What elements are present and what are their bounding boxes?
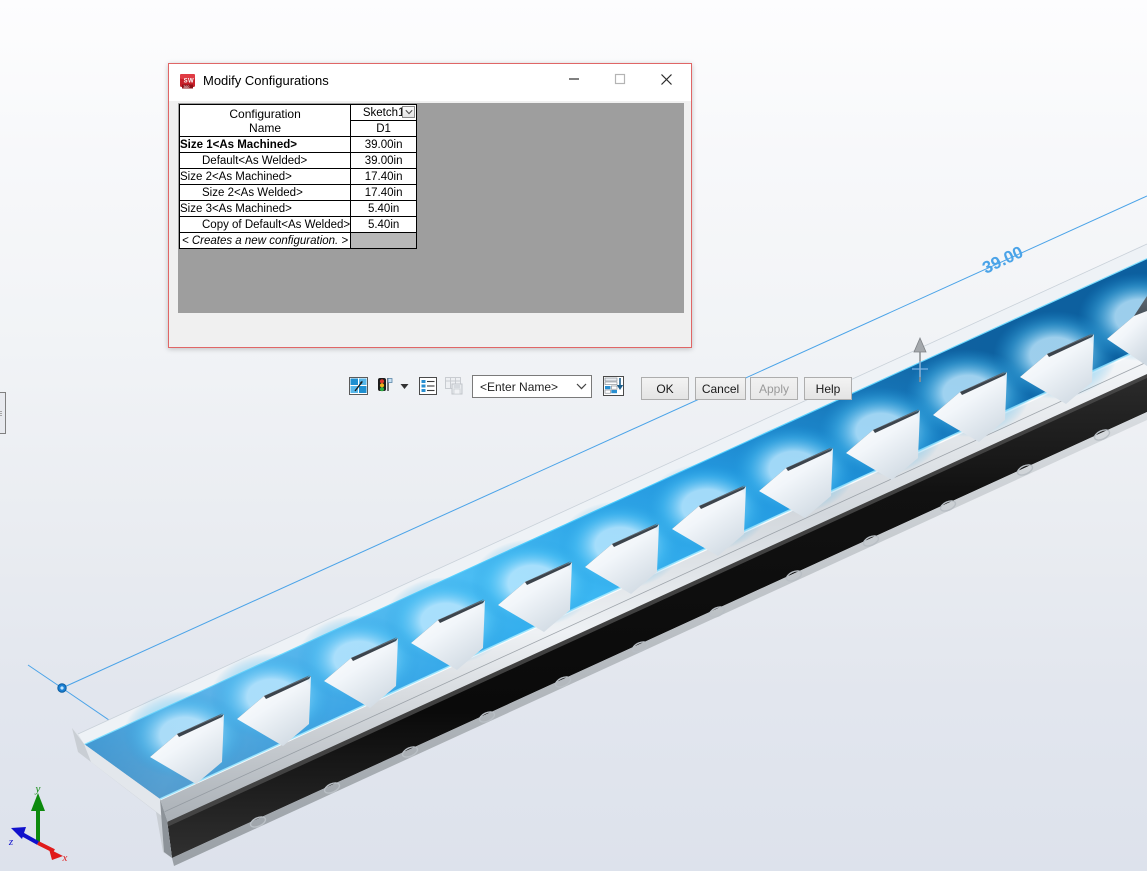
configure-dimension-icon[interactable] — [349, 377, 368, 395]
table-header-row: Configuration Name Sketch1 — [179, 104, 418, 137]
config-name-cell[interactable]: Size 3<As Machined> — [179, 200, 352, 217]
config-name-cell[interactable]: Size 1<As Machined> — [179, 136, 352, 153]
svg-text:360: 360 — [183, 85, 189, 89]
triad-label-x: x — [62, 852, 68, 861]
configuration-name-combo[interactable]: <Enter Name> — [472, 375, 592, 398]
config-name-cell[interactable]: Size 2<As Welded> — [179, 184, 352, 201]
configuration-name-dropdown-button[interactable] — [571, 383, 591, 390]
header-sketch-label: Sketch1 — [362, 106, 405, 119]
cancel-button[interactable]: Cancel — [695, 377, 746, 400]
dialog-toolbar[interactable] — [169, 309, 691, 347]
table-row[interactable]: Size 1<As Machined> 39.00in — [179, 136, 418, 153]
chevron-down-icon — [576, 383, 586, 390]
close-icon — [660, 73, 672, 85]
triad-axis-y: y — [31, 783, 45, 843]
triad-axis-x: x — [37, 841, 68, 861]
close-button[interactable] — [643, 64, 689, 94]
header-name-line2: Name — [249, 120, 282, 135]
table-row[interactable]: Default<As Welded> 39.00in — [179, 152, 418, 169]
dialog-titlebar[interactable]: S W 360 Modify Configurations — [169, 64, 691, 101]
configuration-name-value: <Enter Name> — [480, 379, 559, 394]
dimension-value-text: 39.00 — [979, 242, 1026, 277]
table-row[interactable]: Copy of Default<As Welded> 5.40in — [179, 216, 418, 233]
svg-text:S: S — [184, 79, 188, 85]
modify-configurations-dialog[interactable]: S W 360 Modify Configurations Configurat… — [168, 63, 852, 400]
config-name-cell[interactable]: Copy of Default<As Welded> — [179, 216, 352, 233]
config-value-cell[interactable]: 39.00in — [350, 136, 418, 153]
minimize-icon — [569, 78, 579, 80]
svg-text:W: W — [188, 79, 194, 85]
config-value-cell[interactable]: 17.40in — [350, 184, 418, 201]
new-configuration-label[interactable]: < Creates a new configuration. > — [179, 232, 352, 249]
dimension-value-label[interactable]: 39.00 — [979, 242, 1026, 277]
triad-label-z: z — [8, 836, 14, 848]
header-configuration-name: Configuration Name — [179, 104, 352, 137]
insert-design-table-icon[interactable] — [603, 376, 624, 396]
table-row[interactable]: Size 2<As Welded> 17.40in — [179, 184, 418, 201]
ok-button[interactable]: OK — [641, 377, 689, 400]
header-sketch-column[interactable]: Sketch1 — [350, 104, 418, 121]
dialog-title: Modify Configurations — [203, 73, 329, 88]
maximize-icon — [614, 73, 626, 85]
config-value-cell[interactable]: 17.40in — [350, 168, 418, 185]
new-configuration-row[interactable]: < Creates a new configuration. > — [179, 232, 418, 249]
properties-list-icon[interactable] — [419, 377, 437, 395]
solidworks-logo-icon: S W 360 — [180, 74, 195, 89]
config-name-cell[interactable]: Size 2<As Machined> — [179, 168, 352, 185]
config-name-cell[interactable]: Default<As Welded> — [179, 152, 352, 169]
dropdown-arrow-icon[interactable] — [400, 383, 409, 390]
triad-axis-z: z — [8, 827, 39, 848]
minimize-button[interactable] — [551, 64, 597, 94]
config-value-cell[interactable]: 5.40in — [350, 200, 418, 217]
sketch-column-dropdown-button[interactable] — [402, 106, 416, 118]
table-row[interactable]: Size 2<As Machined> 17.40in — [179, 168, 418, 185]
new-configuration-value-cell[interactable] — [350, 232, 418, 249]
coordinate-triad: y z x — [8, 783, 68, 861]
save-table-icon — [445, 377, 463, 395]
header-name-line1: Configuration — [229, 106, 301, 121]
maximize-button[interactable] — [597, 64, 643, 94]
model-dark-flange — [167, 372, 1147, 866]
configurations-grid[interactable]: Configuration Name Sketch1 D1 Size 1<As … — [178, 103, 684, 313]
config-value-cell[interactable]: 39.00in — [350, 152, 418, 169]
apply-button: Apply — [750, 377, 798, 400]
suppression-state-icon[interactable] — [375, 377, 393, 395]
chevron-down-icon — [405, 109, 413, 115]
configurations-table[interactable]: Configuration Name Sketch1 D1 Size 1<As … — [179, 104, 418, 249]
header-dimension-d1: D1 — [350, 120, 418, 137]
config-value-cell[interactable]: 5.40in — [350, 216, 418, 233]
help-button[interactable]: Help — [804, 377, 852, 400]
triad-label-y: y — [35, 783, 41, 795]
table-row[interactable]: Size 3<As Machined> 5.40in — [179, 200, 418, 217]
